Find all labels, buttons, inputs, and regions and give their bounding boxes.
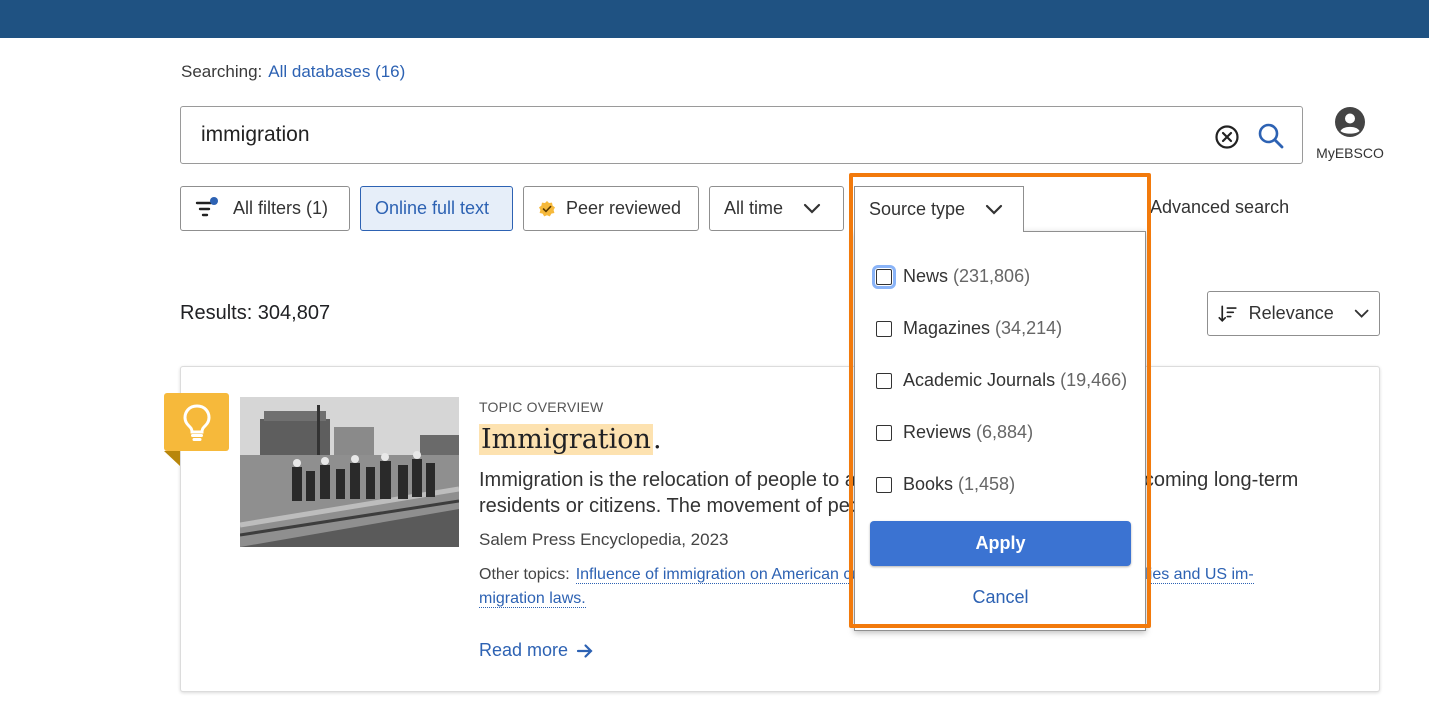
option-label: News <box>903 266 949 286</box>
academic-journals-checkbox[interactable] <box>876 372 892 389</box>
sort-icon <box>1218 305 1237 322</box>
content-type-label: TOPIC OVERVIEW <box>479 399 604 415</box>
online-full-text-label: Online full text <box>375 198 490 218</box>
books-checkbox[interactable] <box>876 476 892 493</box>
databases-link[interactable]: All databases (16) <box>268 62 405 81</box>
search-box[interactable]: immigration <box>180 106 1303 164</box>
option-label: Books <box>903 474 954 494</box>
sort-label: Relevance <box>1248 303 1334 323</box>
result-title-suffix: . <box>652 424 662 455</box>
result-title-text[interactable]: Immigration <box>479 424 653 455</box>
all-filters-label: All filters (1) <box>233 198 329 218</box>
option-label: Magazines <box>903 318 991 338</box>
news-checkbox[interactable] <box>872 264 896 289</box>
result-source: Salem Press Encyclopedia, 2023 <box>479 530 729 549</box>
filter-icon <box>195 196 218 216</box>
apply-button[interactable]: Apply <box>870 521 1131 566</box>
topic-overview-badge <box>164 393 229 466</box>
sort-dropdown[interactable]: Relevance <box>1207 291 1380 336</box>
peer-reviewed-label: Peer reviewed <box>566 198 682 218</box>
topic-link-2-continued[interactable]: migration laws. <box>479 590 586 608</box>
read-more-link[interactable]: Read more <box>479 640 594 661</box>
option-count: (19,466) <box>1060 370 1128 390</box>
magazines-checkbox[interactable] <box>876 320 892 337</box>
account-icon <box>1335 107 1365 137</box>
chevron-down-icon <box>1354 309 1369 318</box>
top-header-bar <box>0 0 1429 38</box>
read-more-label: Read more <box>479 640 569 660</box>
source-type-label: Source type <box>869 199 966 219</box>
searching-label: Searching: <box>181 62 263 81</box>
peer-reviewed-button[interactable]: Peer reviewed <box>523 186 699 231</box>
online-full-text-button[interactable]: Online full text <box>360 186 513 231</box>
option-count: (231,806) <box>953 266 1031 286</box>
source-option-magazines[interactable]: Magazines (34,214) <box>876 318 1062 339</box>
result-title[interactable]: Immigration. <box>479 424 662 455</box>
option-count: (1,458) <box>958 474 1016 494</box>
source-type-dropdown[interactable]: Source type <box>854 186 1024 232</box>
date-range-label: All time <box>724 198 784 218</box>
source-option-reviews[interactable]: Reviews (6,884) <box>876 422 1033 443</box>
option-label: Academic Journals <box>903 370 1056 390</box>
searching-line: Searching: All databases (16) <box>181 62 405 82</box>
reviews-checkbox[interactable] <box>876 424 892 441</box>
chevron-down-icon <box>803 203 821 214</box>
topic-link-1[interactable]: Influence of immigration on American cul… <box>575 566 892 584</box>
result-thumbnail-image <box>240 397 459 547</box>
option-count: (6,884) <box>976 422 1034 442</box>
option-count: (34,214) <box>995 318 1063 338</box>
clear-search-icon[interactable] <box>1214 124 1240 150</box>
myebsco-label: MyEBSCO <box>1316 145 1384 161</box>
arrow-right-icon <box>576 643 593 658</box>
search-icon[interactable] <box>1256 121 1286 151</box>
peer-reviewed-badge-icon <box>539 200 555 216</box>
other-topics-label: Other topics: <box>479 566 570 583</box>
chevron-down-icon <box>985 204 1003 215</box>
source-option-books[interactable]: Books (1,458) <box>876 474 1015 495</box>
option-label: Reviews <box>903 422 972 442</box>
search-input[interactable]: immigration <box>201 123 310 147</box>
date-range-dropdown[interactable]: All time <box>709 186 844 231</box>
advanced-search-link[interactable]: Advanced search <box>1150 197 1289 218</box>
myebsco-account[interactable]: MyEBSCO <box>1312 106 1388 161</box>
source-option-news[interactable]: News (231,806) <box>872 264 1031 289</box>
all-filters-button[interactable]: All filters (1) <box>180 186 350 231</box>
cancel-button[interactable]: Cancel <box>870 587 1131 608</box>
results-count: Results: 304,807 <box>180 302 331 324</box>
source-option-academic-journals[interactable]: Academic Journals (19,466) <box>876 370 1127 391</box>
